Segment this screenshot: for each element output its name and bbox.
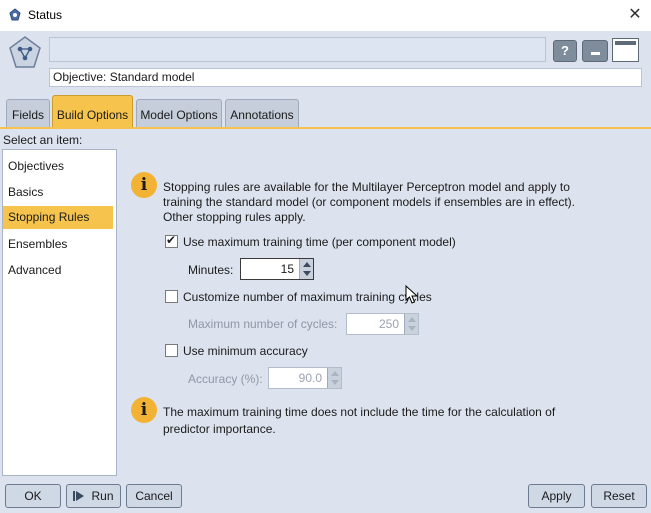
- accuracy-label: Accuracy (%):: [188, 372, 263, 386]
- list-item-objectives[interactable]: Objectives: [3, 155, 113, 178]
- ok-button[interactable]: OK: [5, 484, 61, 508]
- accuracy-spin-buttons[interactable]: [327, 368, 341, 388]
- use-max-time-checkbox[interactable]: [165, 233, 178, 248]
- max-cycles-spin-buttons[interactable]: [404, 314, 418, 334]
- note-text-line-1: The maximum training time does not inclu…: [163, 405, 556, 419]
- max-cycles-spinner[interactable]: 250: [346, 313, 419, 335]
- app-icon: [9, 8, 21, 21]
- tab-model-options[interactable]: Model Options: [136, 99, 222, 127]
- mouse-cursor-icon: [405, 285, 419, 304]
- help-button[interactable]: ?: [553, 40, 577, 62]
- tab-fields[interactable]: Fields: [6, 99, 50, 127]
- objective-annotation: Objective: Standard model: [49, 68, 642, 87]
- tab-annotations[interactable]: Annotations: [225, 99, 299, 127]
- title-bar: Status ✕: [0, 0, 651, 31]
- info-icon: i: [131, 172, 157, 198]
- note-info-icon: i: [131, 397, 157, 423]
- accuracy-value[interactable]: 90.0: [299, 371, 322, 385]
- cancel-button[interactable]: Cancel: [126, 484, 182, 508]
- list-item-stopping-rules[interactable]: Stopping Rules: [3, 206, 113, 229]
- list-item-basics[interactable]: Basics: [3, 181, 113, 204]
- list-item-advanced[interactable]: Advanced: [3, 259, 113, 282]
- list-item-ensembles[interactable]: Ensembles: [3, 233, 113, 256]
- close-icon[interactable]: ✕: [624, 4, 646, 26]
- info-text-line-1: Stopping rules are available for the Mul…: [163, 180, 570, 194]
- run-label: Run: [91, 489, 114, 503]
- use-min-accuracy-label: Use minimum accuracy: [183, 344, 308, 358]
- node-name-field[interactable]: [49, 37, 546, 62]
- max-cycles-value[interactable]: 250: [379, 317, 399, 331]
- use-max-time-label: Use maximum training time (per component…: [183, 235, 456, 249]
- run-button[interactable]: Run: [66, 484, 121, 508]
- max-cycles-label: Maximum number of cycles:: [188, 317, 338, 331]
- minutes-spinner[interactable]: 15: [240, 258, 314, 280]
- customize-cycles-checkbox[interactable]: [165, 290, 178, 303]
- minutes-label: Minutes:: [188, 263, 234, 277]
- minutes-value[interactable]: 15: [281, 262, 294, 276]
- customize-cycles-label: Customize number of maximum training cyc…: [183, 290, 432, 304]
- accuracy-spinner[interactable]: 90.0: [268, 367, 342, 389]
- info-text-line-3: Other stopping rules apply.: [163, 210, 306, 224]
- window-title: Status: [28, 8, 63, 22]
- maximize-button[interactable]: [612, 38, 639, 62]
- tab-build-options[interactable]: Build Options: [52, 95, 133, 129]
- run-icon: [73, 491, 84, 501]
- minutes-spin-buttons[interactable]: [299, 259, 313, 279]
- minimize-button[interactable]: [582, 40, 608, 62]
- info-text-line-2: training the standard model (or componen…: [163, 195, 575, 209]
- select-item-label: Select an item:: [3, 133, 83, 147]
- apply-button[interactable]: Apply: [528, 484, 585, 508]
- reset-button[interactable]: Reset: [591, 484, 647, 508]
- use-min-accuracy-checkbox[interactable]: [165, 344, 178, 357]
- neural-net-node-icon: [9, 36, 41, 68]
- note-text-line-2: predictor importance.: [163, 422, 276, 436]
